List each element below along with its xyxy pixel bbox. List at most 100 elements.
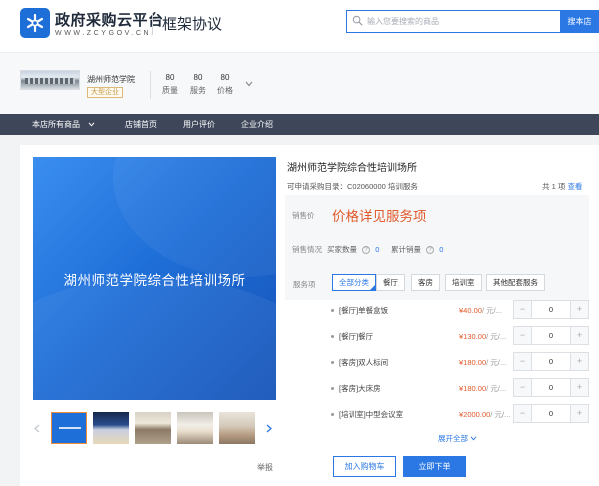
service-price: ¥130.00/ 元/...: [459, 332, 507, 341]
filter-all[interactable]: 全部分类: [332, 274, 376, 291]
help-icon[interactable]: ?: [426, 246, 435, 255]
procurement-catalog: 可申请采购目录：C02060000 培训服务: [287, 182, 418, 191]
service-row: [餐厅]单餐盒饭 ¥40.00/ 元/... − 0 +: [331, 300, 589, 320]
minus-button[interactable]: −: [514, 327, 532, 344]
buy-now-button[interactable]: 立即下单: [403, 456, 466, 477]
search-icon: [352, 15, 363, 28]
view-link[interactable]: 查看: [567, 182, 582, 191]
search-input[interactable]: [367, 11, 557, 32]
buyer-count-label: 买家数量: [327, 245, 357, 254]
add-to-cart-button[interactable]: 加入购物车: [333, 456, 396, 477]
service-price: ¥40.00/ 元/...: [459, 306, 502, 315]
filter-training-room[interactable]: 培训室: [445, 274, 482, 291]
buyer-count-value: 0: [375, 245, 380, 254]
score-quality: 80 质量: [158, 73, 182, 96]
filter-room[interactable]: 客房: [411, 274, 440, 291]
shop-divider: [150, 71, 151, 99]
minus-button[interactable]: −: [514, 353, 532, 370]
section-title: 框架协议: [162, 16, 223, 33]
plus-button[interactable]: +: [570, 301, 588, 318]
chevron-down-icon: [470, 434, 477, 443]
chevron-right-icon[interactable]: [266, 424, 272, 436]
minus-button[interactable]: −: [514, 301, 532, 318]
thumbnail-2[interactable]: [93, 412, 129, 444]
shop-badge: 大型企业: [87, 87, 123, 98]
total-sales-value: 0: [439, 245, 444, 254]
quantity-input[interactable]: 0: [532, 405, 570, 422]
service-price: ¥180.00/ 元/...: [459, 358, 507, 367]
quantity-input[interactable]: 0: [532, 327, 570, 344]
plus-button[interactable]: +: [570, 353, 588, 370]
price-label: 销售价: [292, 211, 315, 220]
score-price-label: 价格: [217, 86, 233, 95]
item-count: 共 1 项 查看: [542, 181, 582, 192]
plus-button[interactable]: +: [570, 405, 588, 422]
expand-all-label: 展开全部: [438, 434, 468, 443]
search-box: [346, 10, 560, 33]
expand-all-link[interactable]: 展开全部: [438, 433, 477, 444]
quantity-input[interactable]: 0: [532, 379, 570, 396]
score-price-value: 80: [220, 73, 230, 82]
minus-button[interactable]: −: [514, 405, 532, 422]
shop-photo[interactable]: [20, 70, 80, 90]
service-row: [餐厅]餐厅 ¥130.00/ 元/... − 0 +: [331, 326, 589, 346]
minus-button[interactable]: −: [514, 379, 532, 396]
quantity-stepper: − 0 +: [513, 326, 589, 345]
total-sales-label: 累计销量: [391, 245, 421, 254]
shop-name[interactable]: 湖州师范学院: [87, 74, 135, 85]
thumbnail-3[interactable]: [135, 412, 171, 444]
search-store-button[interactable]: 搜本店: [560, 10, 599, 33]
platform-title[interactable]: 政府采购云平台: [55, 9, 164, 30]
service-name: [培训室]中型会议室: [339, 410, 404, 419]
score-quality-value: 80: [165, 73, 175, 82]
nav-store-home[interactable]: 店铺首页: [125, 114, 157, 135]
service-price: ¥2000.00/ 元/...: [459, 410, 511, 419]
service-row: [客房]双人标间 ¥180.00/ 元/... − 0 +: [331, 352, 589, 372]
chevron-down-icon[interactable]: [245, 80, 253, 89]
top-header: 政府采购云平台 WWW.ZCYGOV.CN 框架协议 搜本店: [0, 0, 599, 52]
score-service: 80 服务: [186, 73, 210, 96]
sales-label: 销售情况: [292, 245, 322, 254]
store-nav: 本店所有商品 店铺首页 用户评价 企业介绍: [0, 114, 599, 135]
quantity-input[interactable]: 0: [532, 353, 570, 370]
platform-logo-icon[interactable]: [20, 8, 50, 38]
service-name: [餐厅]餐厅: [339, 332, 374, 341]
plus-button[interactable]: +: [570, 379, 588, 396]
nav-all-products[interactable]: 本店所有商品: [32, 114, 95, 135]
quantity-stepper: − 0 +: [513, 404, 589, 423]
nav-user-reviews[interactable]: 用户评价: [183, 114, 215, 135]
plus-button[interactable]: +: [570, 327, 588, 344]
filter-other-services[interactable]: 其他配套服务: [486, 274, 545, 291]
service-row: [培训室]中型会议室 ¥2000.00/ 元/... − 0 +: [331, 404, 589, 424]
thumbnail-5[interactable]: [219, 412, 255, 444]
platform-url: WWW.ZCYGOV.CN: [55, 30, 152, 37]
nav-company-intro[interactable]: 企业介绍: [241, 114, 273, 135]
score-service-value: 80: [193, 73, 203, 82]
shop-info-bar: 湖州师范学院 大型企业 80 质量 80 服务 80 价格: [0, 52, 599, 114]
item-count-text: 共 1 项: [542, 182, 566, 191]
service-row: [客房]大床房 ¥180.00/ 元/... − 0 +: [331, 378, 589, 398]
product-title: 湖州师范学院综合性培训场所: [287, 163, 417, 174]
header-divider: [152, 13, 153, 35]
buyer-count: 买家数量 ? 0: [327, 244, 379, 255]
report-link[interactable]: 举报: [257, 462, 273, 473]
service-name: [客房]大床房: [339, 384, 381, 393]
product-panel: 湖州师范学院综合性培训场所 举报 湖州师范学院综合性培训场所 可申请采购目录：C…: [20, 145, 599, 486]
chevron-left-icon[interactable]: [34, 424, 40, 436]
chevron-down-icon: [88, 120, 95, 129]
score-quality-label: 质量: [162, 86, 178, 95]
help-icon[interactable]: ?: [362, 246, 371, 255]
quantity-stepper: − 0 +: [513, 378, 589, 397]
price-value: 价格详见服务项: [332, 209, 427, 224]
service-price: ¥180.00/ 元/...: [459, 384, 507, 393]
quantity-input[interactable]: 0: [532, 301, 570, 318]
main-product-image[interactable]: 湖州师范学院综合性培训场所: [33, 157, 276, 400]
thumbnail-1[interactable]: [51, 412, 87, 444]
quantity-stepper: − 0 +: [513, 352, 589, 371]
service-items-label: 服务项: [293, 280, 316, 289]
thumbnail-4[interactable]: [177, 412, 213, 444]
score-price: 80 价格: [213, 73, 237, 96]
service-name: [客房]双人标间: [339, 358, 389, 367]
main-image-title: 湖州师范学院综合性培训场所: [63, 273, 246, 288]
filter-restaurant[interactable]: 餐厅: [376, 274, 405, 291]
